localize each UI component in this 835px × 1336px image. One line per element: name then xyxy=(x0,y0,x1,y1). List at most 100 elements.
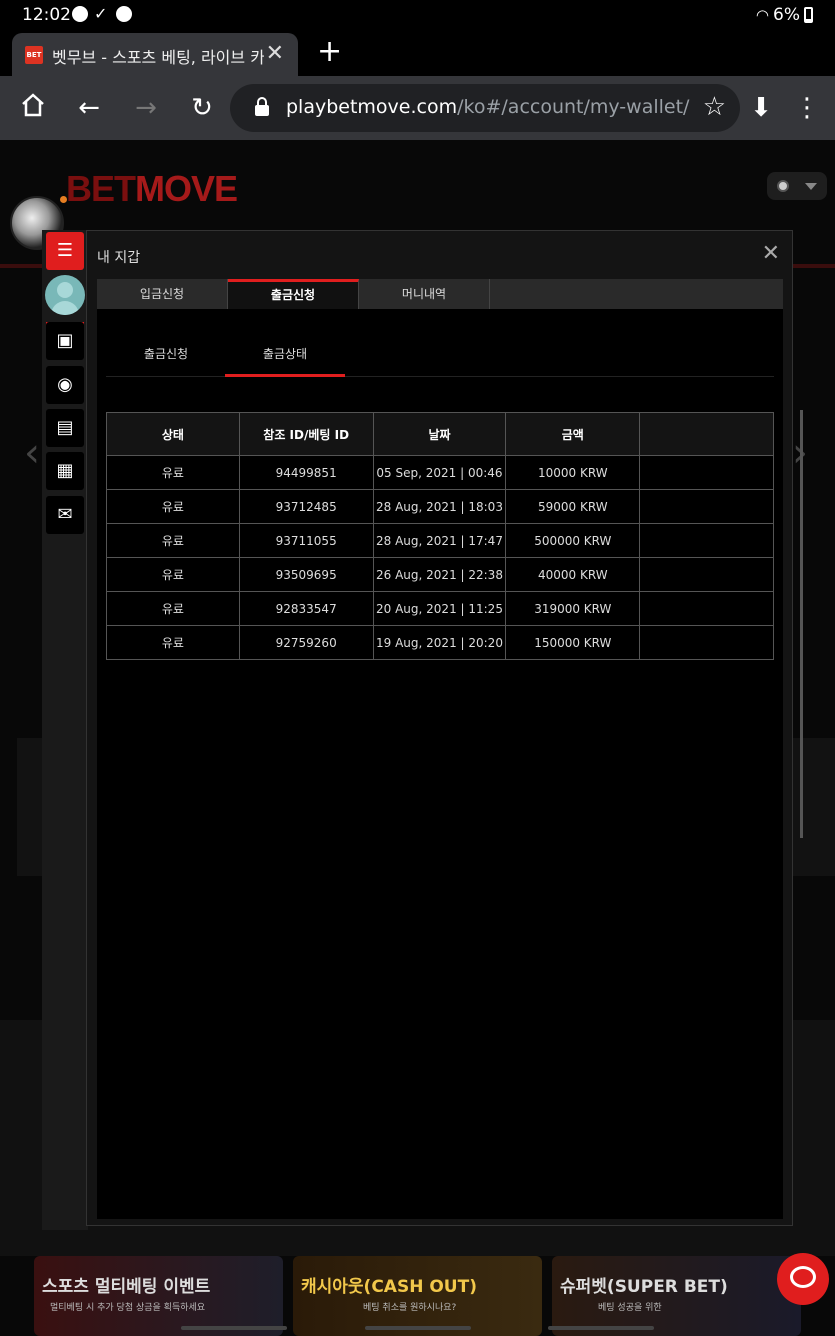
tab-deposit[interactable]: 입금신청 xyxy=(97,279,228,309)
cell-date: 28 Aug, 2021 | 18:03 xyxy=(372,489,507,524)
column-header: 날짜 xyxy=(372,412,507,456)
forward-icon[interactable]: → xyxy=(130,92,162,124)
status-time: 12:02 xyxy=(22,5,71,25)
new-tab-icon[interactable]: + xyxy=(317,37,342,67)
table-row: 유료 94499851 05 Sep, 2021 | 00:46 10000 K… xyxy=(106,455,774,490)
favicon-icon: BET xyxy=(25,46,43,64)
cell-status: 유료 xyxy=(106,625,240,660)
wallet-tabs: 입금신청 출금신청 머니내역 xyxy=(97,279,783,309)
cell-ref-id: 92759260 xyxy=(238,625,374,660)
cell-action xyxy=(639,557,774,592)
promo-title: 슈퍼벳(SUPER BET) xyxy=(560,1277,728,1297)
cell-action xyxy=(639,591,774,626)
promo-title: 스포츠 멀티베팅 이벤트 xyxy=(42,1277,211,1297)
cell-action xyxy=(639,625,774,660)
gift-icon[interactable]: ▦ xyxy=(46,452,84,490)
promo-title: 캐시아웃(CASH OUT) xyxy=(301,1277,477,1297)
cell-amount: 59000 KRW xyxy=(505,489,641,524)
messenger-icon xyxy=(116,6,132,22)
subtab-withdraw-status[interactable]: 출금상태 xyxy=(225,345,345,377)
cell-status: 유료 xyxy=(106,455,240,490)
close-icon[interactable]: ✕ xyxy=(762,241,780,266)
tab-money-history[interactable]: 머니내역 xyxy=(359,279,490,309)
cell-status: 유료 xyxy=(106,489,240,524)
cell-ref-id: 94499851 xyxy=(238,455,374,490)
cell-date: 28 Aug, 2021 | 17:47 xyxy=(372,523,507,558)
modal-scrollbar[interactable] xyxy=(800,410,803,838)
talk-icon xyxy=(72,6,88,22)
cell-ref-id: 92833547 xyxy=(238,591,374,626)
notification-icons: ✓ xyxy=(72,6,132,22)
cell-action xyxy=(639,455,774,490)
tab-withdraw[interactable]: 출금신청 xyxy=(228,279,359,309)
clipboard-icon[interactable]: ▤ xyxy=(46,409,84,447)
cell-status: 유료 xyxy=(106,591,240,626)
nav-handle xyxy=(365,1326,471,1330)
home-icon[interactable] xyxy=(17,92,49,124)
nav-handle xyxy=(548,1326,654,1330)
chat-icon xyxy=(790,1266,816,1288)
cell-date: 19 Aug, 2021 | 20:20 xyxy=(372,625,507,660)
back-icon[interactable]: ← xyxy=(73,92,105,124)
promo-subtitle: 베팅 성공을 위한 xyxy=(598,1303,662,1313)
download-icon[interactable]: ⬇ xyxy=(745,92,777,124)
cell-amount: 500000 KRW xyxy=(505,523,641,558)
online-dot xyxy=(60,196,67,203)
withdraw-status-table: 상태 참조 ID/베팅 ID 날짜 금액 유료 94499851 05 Sep,… xyxy=(106,412,774,660)
column-header xyxy=(639,412,774,456)
sidebar-menu-icon[interactable]: ☰ xyxy=(46,232,84,270)
carousel-prev-icon[interactable]: ‹ xyxy=(24,430,40,476)
flag-icon xyxy=(777,180,789,192)
tab-close-icon[interactable]: ✕ xyxy=(266,41,284,66)
status-right: ◠ 6% xyxy=(756,5,813,25)
cell-amount: 150000 KRW xyxy=(505,625,641,660)
live-chat-button[interactable] xyxy=(777,1253,829,1305)
status-bar: 12:02 ✓ ◠ 6% xyxy=(0,0,835,30)
battery-icon xyxy=(804,7,813,23)
address-bar[interactable]: playbetmove.com/ko#/account/my-wallet/wi… xyxy=(230,84,740,132)
column-header: 상태 xyxy=(106,412,240,456)
url-text[interactable]: playbetmove.com/ko#/account/my-wallet/wi… xyxy=(286,96,690,118)
cell-action xyxy=(639,523,774,558)
promo-subtitle: 베팅 취소를 원하시나요? xyxy=(363,1303,457,1313)
wallet-icon[interactable]: ▣ xyxy=(46,322,84,360)
table-row: 유료 93509695 26 Aug, 2021 | 22:38 40000 K… xyxy=(106,557,774,592)
reload-icon[interactable]: ↻ xyxy=(186,92,218,124)
cell-ref-id: 93711055 xyxy=(238,523,374,558)
nav-handle xyxy=(181,1326,287,1330)
battery-text: 6% xyxy=(773,5,800,25)
cell-amount: 40000 KRW xyxy=(505,557,641,592)
promo-banner-multibet[interactable]: 스포츠 멀티베팅 이벤트 멀티베팅 시 추가 당첨 상금을 획득하세요 xyxy=(34,1256,283,1336)
language-selector[interactable] xyxy=(767,172,827,200)
promo-subtitle: 멀티베팅 시 추가 당첨 상금을 획득하세요 xyxy=(50,1303,206,1313)
wallet-modal: 내 지갑 ✕ 입금신청 출금신청 머니내역 출금신청 출금상태 상태 참조 ID… xyxy=(86,230,793,1226)
promo-banner-superbet[interactable]: 슈퍼벳(SUPER BET) 베팅 성공을 위한 xyxy=(552,1256,801,1336)
browser-toolbar: ← → ↻ playbetmove.com/ko#/account/my-wal… xyxy=(0,76,835,140)
check-icon: ✓ xyxy=(94,4,108,23)
table-row: 유료 92833547 20 Aug, 2021 | 11:25 319000 … xyxy=(106,591,774,626)
cell-date: 20 Aug, 2021 | 11:25 xyxy=(372,591,507,626)
profile-icon[interactable]: ◉ xyxy=(46,366,84,404)
browser-tab[interactable]: BET 벳무브 - 스포츠 베팅, 라이브 카 ✕ xyxy=(12,33,298,76)
bookmark-star-icon[interactable]: ☆ xyxy=(703,92,726,122)
column-header: 참조 ID/베팅 ID xyxy=(238,412,374,456)
cell-date: 26 Aug, 2021 | 22:38 xyxy=(372,557,507,592)
withdraw-panel: 출금신청 출금상태 상태 참조 ID/베팅 ID 날짜 금액 유료 944998… xyxy=(97,309,783,1219)
cell-amount: 10000 KRW xyxy=(505,455,641,490)
lock-icon xyxy=(255,97,269,116)
mail-icon[interactable]: ✉ xyxy=(46,496,84,534)
cell-ref-id: 93712485 xyxy=(238,489,374,524)
table-header-row: 상태 참조 ID/베팅 ID 날짜 금액 xyxy=(106,412,774,456)
table-row: 유료 93711055 28 Aug, 2021 | 17:47 500000 … xyxy=(106,523,774,558)
promo-banner-cashout[interactable]: 캐시아웃(CASH OUT) 베팅 취소를 원하시나요? xyxy=(293,1256,542,1336)
cell-date: 05 Sep, 2021 | 00:46 xyxy=(372,455,507,490)
modal-title: 내 지갑 xyxy=(97,250,141,266)
menu-dots-icon[interactable]: ⋮ xyxy=(791,92,823,124)
subtab-withdraw-request[interactable]: 출금신청 xyxy=(106,345,226,362)
user-avatar[interactable] xyxy=(45,275,85,315)
site-logo[interactable]: BETMOVE xyxy=(66,168,238,210)
cell-status: 유료 xyxy=(106,523,240,558)
cell-amount: 319000 KRW xyxy=(505,591,641,626)
column-header: 금액 xyxy=(505,412,641,456)
table-row: 유료 93712485 28 Aug, 2021 | 18:03 59000 K… xyxy=(106,489,774,524)
